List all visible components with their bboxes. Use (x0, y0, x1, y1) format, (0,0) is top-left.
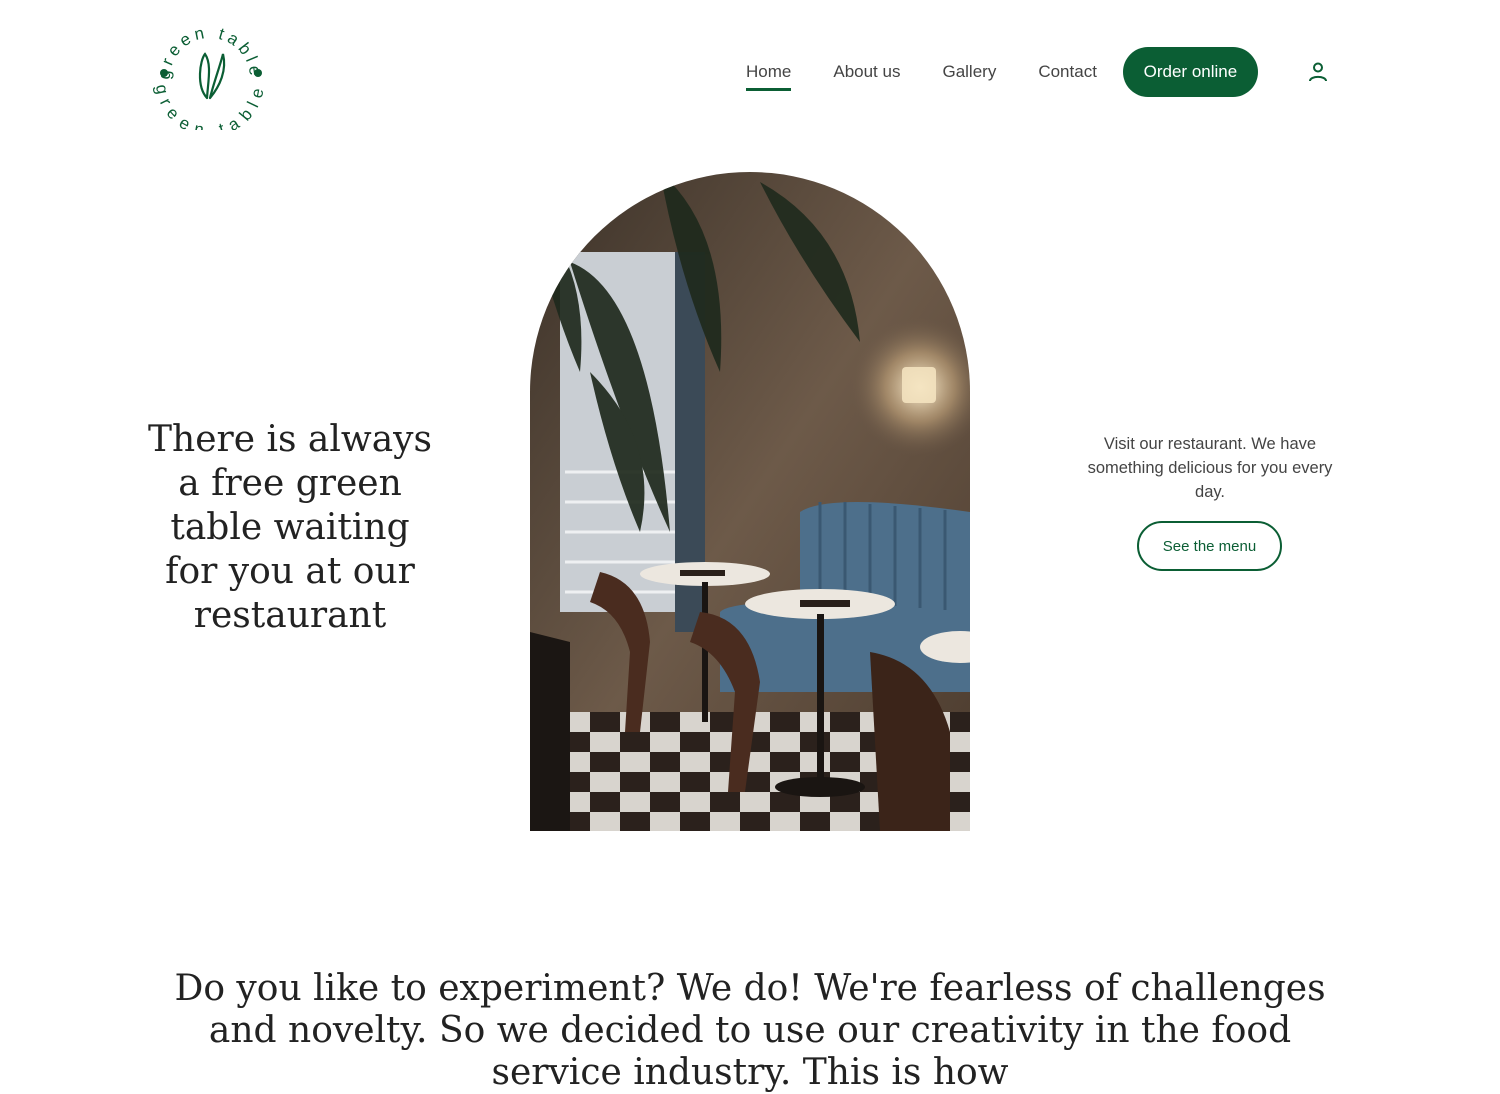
order-online-button[interactable]: Order online (1122, 47, 1258, 97)
nav-about-us[interactable]: About us (833, 56, 900, 88)
brand-logo[interactable]: green table green table (150, 16, 270, 130)
hero-side-text: Visit our restaurant. We have something … (1087, 435, 1333, 501)
nav-contact[interactable]: Contact (1038, 56, 1097, 88)
intro-text: Do you like to experiment? We do! We're … (174, 968, 1326, 1093)
restaurant-interior-photo (530, 172, 970, 831)
user-icon[interactable] (1306, 60, 1330, 84)
nav-gallery[interactable]: Gallery (942, 56, 996, 88)
nav-home[interactable]: Home (746, 56, 792, 91)
main-nav: Home About us Gallery Contact Order onli… (726, 47, 1258, 97)
hero-heading: There is always a free green table waiti… (148, 419, 432, 636)
svg-text:green table: green table (152, 83, 268, 130)
see-menu-button[interactable]: See the menu (1137, 521, 1282, 571)
logo-text-bottom: green table (152, 83, 264, 130)
